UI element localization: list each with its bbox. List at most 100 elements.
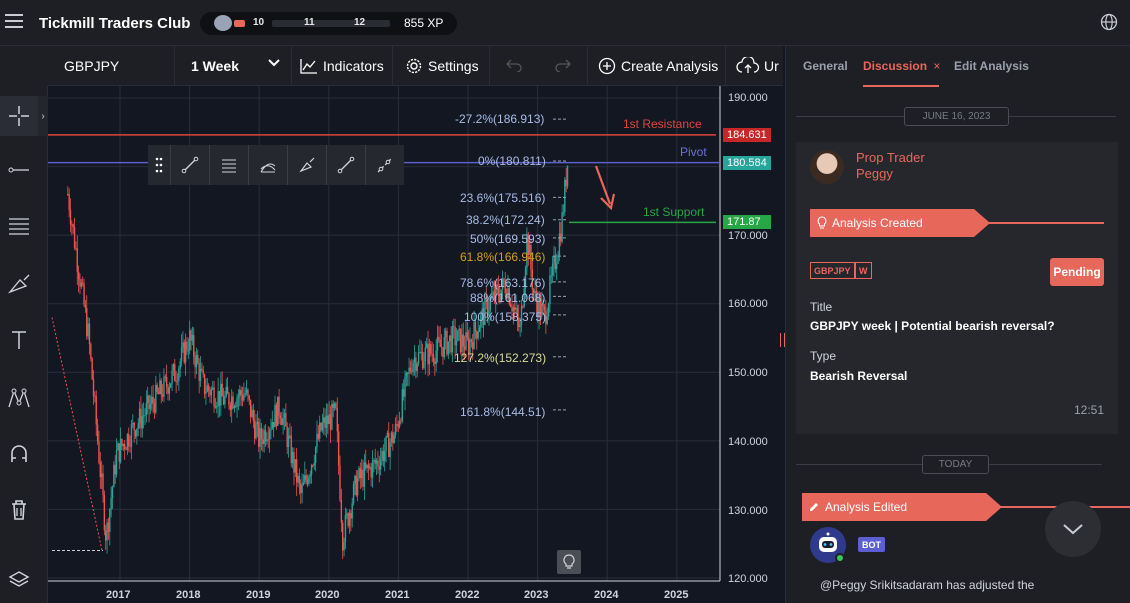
candle-body	[187, 350, 190, 352]
candle-body	[373, 459, 375, 461]
create-analysis-button[interactable]: Create Analysis	[588, 46, 726, 86]
candle-body	[228, 393, 230, 406]
candle-body	[384, 450, 386, 462]
redo-icon[interactable]	[555, 58, 571, 75]
candle-body	[86, 307, 88, 337]
candle-body	[274, 404, 276, 428]
xp-progress[interactable]: 10 11 12 855 XP	[200, 12, 457, 35]
candle-body	[191, 334, 194, 341]
candle-body	[478, 327, 481, 332]
globe-icon[interactable]	[1100, 13, 1118, 31]
text-tool[interactable]	[0, 320, 38, 360]
magnet-tool[interactable]	[0, 434, 38, 474]
candle-body	[175, 381, 177, 383]
candle-body	[379, 459, 382, 470]
close-icon[interactable]: ×	[933, 59, 940, 73]
fib-channel-icon[interactable]	[248, 145, 287, 185]
tab-edit-analysis[interactable]: Edit Analysis	[954, 59, 1029, 73]
x-tick: 2022	[455, 589, 480, 601]
candle-body	[394, 424, 397, 436]
candle-body	[92, 379, 95, 396]
y-tick: 120.000	[728, 573, 768, 585]
xp-track	[272, 20, 390, 27]
x-tick: 2023	[524, 589, 549, 601]
symbol-label: GBPJPY	[64, 58, 120, 74]
candle-body	[392, 432, 394, 444]
delete-tool[interactable]	[0, 490, 38, 530]
timeframe-tag: W	[855, 262, 872, 279]
candle-body	[470, 339, 473, 342]
candle-body	[165, 376, 168, 387]
menu-icon[interactable]	[5, 14, 23, 30]
line-tool[interactable]	[0, 150, 38, 190]
level-current: 10	[253, 17, 265, 28]
crosshair-tool[interactable]	[0, 96, 38, 136]
candle-body	[438, 336, 440, 340]
candle-body	[337, 431, 340, 466]
candle-body	[335, 403, 337, 409]
y-tick: 130.000	[728, 505, 768, 517]
interval-dropdown[interactable]: 1 Week	[175, 46, 292, 86]
symbol-tag: GBPJPY	[810, 262, 855, 279]
ray-mini-icon[interactable]	[365, 145, 404, 185]
brush-mini-icon[interactable]	[287, 145, 326, 185]
candle-body	[266, 439, 268, 442]
expand-chevron[interactable]: ›	[38, 96, 48, 136]
tab-general[interactable]: General	[803, 59, 848, 73]
candle-body	[400, 420, 402, 422]
author-role: Prop Trader	[856, 150, 925, 165]
candle-body	[153, 403, 156, 413]
scroll-down-button[interactable]	[1045, 501, 1101, 557]
upload-label: Ur	[764, 58, 779, 74]
indicators-button[interactable]: Indicators	[292, 46, 393, 86]
candle-body	[371, 460, 374, 478]
candle-body	[442, 347, 444, 357]
upload-button[interactable]: Ur	[726, 46, 783, 86]
candle-body	[271, 422, 273, 429]
candle-body	[289, 435, 291, 437]
trendline-icon[interactable]	[170, 145, 209, 185]
trash-icon	[12, 500, 26, 520]
plus-circle-icon	[598, 57, 616, 75]
tab-discussion[interactable]: Discussion ×	[863, 59, 940, 73]
brush-tool[interactable]	[0, 264, 38, 304]
lightbulb-button[interactable]	[557, 550, 581, 574]
candle-body	[119, 439, 122, 462]
support-price-tag: 171.87	[723, 215, 771, 229]
candle-body	[279, 415, 282, 419]
candle-body	[145, 402, 148, 415]
layers-tool[interactable]	[0, 560, 38, 600]
fib-tool[interactable]	[0, 206, 38, 246]
candle-body	[220, 383, 222, 406]
candle-body	[298, 476, 301, 484]
candle-body	[455, 341, 458, 346]
bearish-arrow	[594, 165, 612, 205]
candle-body	[367, 464, 370, 469]
drag-handle-icon[interactable]	[148, 145, 170, 185]
undo-icon[interactable]	[506, 58, 522, 75]
candle-body	[351, 503, 353, 519]
candle-body	[164, 376, 167, 378]
banner-line	[976, 222, 1104, 224]
x-tick: 2018	[176, 589, 201, 601]
candle-body	[263, 430, 265, 444]
candle-body	[182, 342, 184, 348]
candle-body	[547, 304, 550, 317]
fib-tool-icon[interactable]	[209, 145, 248, 185]
candle-body	[347, 513, 349, 526]
candle-body	[140, 408, 142, 429]
candle-body	[99, 462, 102, 478]
settings-button[interactable]: Settings	[393, 46, 490, 86]
candle-body	[291, 451, 294, 464]
symbol-selector[interactable]: GBPJPY	[48, 46, 175, 86]
pattern-tool[interactable]	[0, 378, 38, 418]
candle-body	[450, 335, 452, 353]
candle-body	[157, 391, 160, 395]
candle-body	[233, 406, 236, 409]
candle-body	[229, 405, 232, 410]
candle-body	[136, 428, 138, 437]
line-mini-icon[interactable]	[326, 145, 365, 185]
candle-body	[359, 468, 362, 479]
candle-body	[432, 354, 435, 362]
candle-body	[421, 352, 424, 369]
